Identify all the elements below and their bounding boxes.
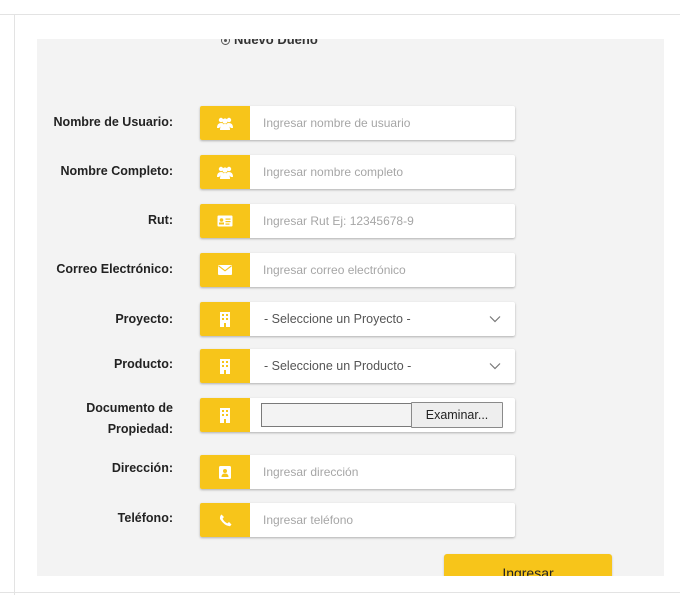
phone-label: Teléfono: [117,511,173,525]
address-card-icon [200,455,250,489]
product-selected-text: - Seleccione un Producto - [264,359,412,373]
rut-input[interactable]: Ingresar Rut Ej: 12345678-9 [250,204,515,238]
building-icon [200,398,250,432]
browse-button[interactable]: Examinar... [411,402,503,428]
email-label: Correo Electrónico: [56,262,173,276]
radio-icon [221,39,230,46]
address-label: Dirección: [111,461,173,475]
left-border-line [14,14,15,595]
document-file-field: Examinar... [200,398,515,432]
users-icon [200,155,250,189]
fullname-field[interactable]: Ingresar nombre completo [200,155,515,189]
id-card-icon [200,204,250,238]
address-input[interactable]: Ingresar dirección [250,455,515,489]
top-border-line [0,14,680,15]
fullname-input[interactable]: Ingresar nombre completo [250,155,515,189]
email-field[interactable]: Ingresar correo electrónico [200,253,515,287]
address-field[interactable]: Ingresar dirección [200,455,515,489]
rut-label: Rut: [148,213,173,227]
project-select-value[interactable]: - Seleccione un Proyecto - [250,302,515,336]
fullname-label: Nombre Completo: [60,164,174,178]
new-owner-radio[interactable]: Nuevo Dueño [221,39,318,47]
envelope-icon [200,253,250,287]
product-select-value[interactable]: - Seleccione un Producto - [250,349,515,383]
chevron-down-icon [489,316,501,323]
chevron-down-icon [489,363,501,370]
phone-field[interactable]: Ingresar teléfono [200,503,515,537]
file-input[interactable]: Examinar... [250,398,515,432]
bottom-border-line [0,592,680,593]
project-selected-text: - Seleccione un Proyecto - [264,312,411,326]
document-label-line1: Documento de [86,401,173,415]
form-panel: Nuevo Dueño Nombre de Usuario: Ingresar … [37,39,664,576]
product-label: Producto: [113,357,173,371]
document-label-line2: Propiedad: [107,422,173,436]
project-label: Proyecto: [115,312,173,326]
new-owner-label: Nuevo Dueño [234,39,318,47]
email-input[interactable]: Ingresar correo electrónico [250,253,515,287]
rut-field[interactable]: Ingresar Rut Ej: 12345678-9 [200,204,515,238]
username-input[interactable]: Ingresar nombre de usuario [250,106,515,140]
phone-input[interactable]: Ingresar teléfono [250,503,515,537]
username-field[interactable]: Ingresar nombre de usuario [200,106,515,140]
building-icon [200,349,250,383]
submit-button[interactable]: Ingresar [444,554,612,576]
product-select[interactable]: - Seleccione un Producto - [200,349,515,383]
users-icon [200,106,250,140]
document-label: Documento de Propiedad: [86,398,173,440]
project-select[interactable]: - Seleccione un Proyecto - [200,302,515,336]
username-label: Nombre de Usuario: [53,115,173,129]
building-icon [200,302,250,336]
phone-icon [200,503,250,537]
file-name-box[interactable] [261,403,411,427]
